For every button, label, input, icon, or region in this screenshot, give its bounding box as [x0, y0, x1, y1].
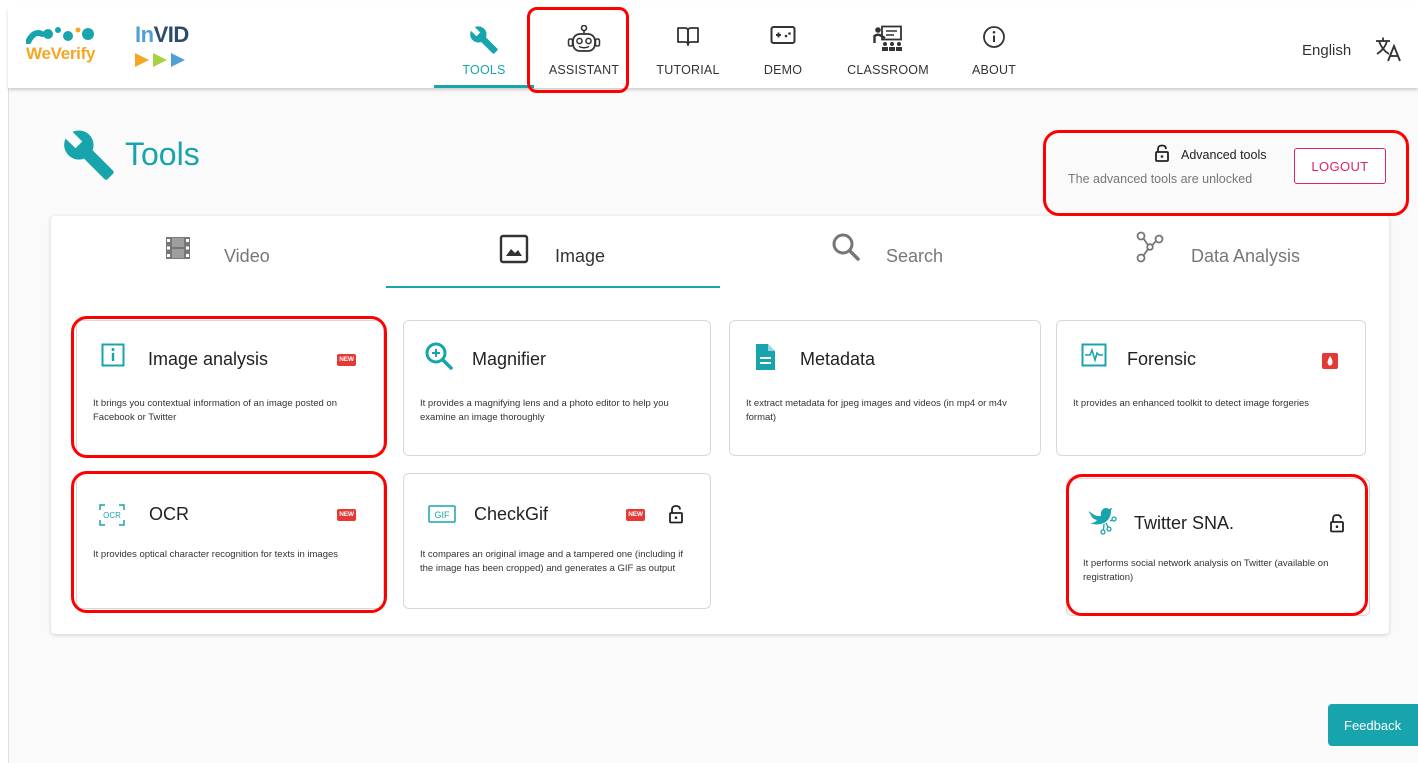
- tool-name: Image analysis: [148, 349, 269, 369]
- search-icon: [832, 233, 860, 261]
- fire-badge-icon: [1322, 353, 1338, 369]
- film-icon: [166, 237, 190, 259]
- weverify-logo-text: WeVerify: [26, 44, 96, 63]
- image-icon: [499, 234, 529, 264]
- language-selector[interactable]: English: [1302, 42, 1351, 59]
- tool-description: It compares an original image and a tamp…: [420, 549, 683, 574]
- new-badge: NEW: [337, 509, 356, 521]
- tab-image[interactable]: Image: [499, 230, 669, 286]
- graph-icon: [1136, 231, 1164, 263]
- nav-demo[interactable]: DEMO: [743, 8, 823, 88]
- nav-active-indicator: [434, 85, 534, 88]
- twitter-graph-icon: [1089, 508, 1117, 535]
- tool-description: It brings you contextual information of …: [93, 398, 337, 423]
- tool-name: Forensic: [1127, 349, 1197, 369]
- invid-logo-suffix: VID: [153, 22, 190, 47]
- gif-icon-text: GIF: [435, 510, 451, 520]
- tool-description: It extract metadata for jpeg images and …: [746, 398, 1007, 423]
- nav-assistant-label: ASSISTANT: [548, 63, 620, 77]
- book-icon: [677, 27, 699, 46]
- tab-video[interactable]: Video: [165, 230, 325, 286]
- tools-panel: Video Image Search Data Analysis Image a…: [51, 216, 1389, 634]
- tab-search[interactable]: Search: [831, 230, 1001, 286]
- tool-description: It performs social network analysis on T…: [1083, 558, 1329, 583]
- tab-data-analysis-label: Data Analysis: [1191, 246, 1301, 266]
- nav-tutorial[interactable]: TUTORIAL: [638, 8, 738, 88]
- top-navigation-bar: WeVerify InVID TOOLS ASSISTANT TUTORIAL …: [8, 8, 1418, 88]
- lock-icon: [669, 505, 683, 524]
- invid-play-arrows-icon: [135, 53, 185, 67]
- nav-tutorial-label: TUTORIAL: [656, 63, 720, 77]
- wrench-icon: [470, 26, 498, 54]
- tab-image-label: Image: [555, 246, 606, 266]
- nav-demo-label: DEMO: [763, 63, 803, 77]
- robot-icon: [567, 25, 601, 52]
- tool-name: Magnifier: [472, 349, 547, 369]
- tab-search-label: Search: [886, 246, 944, 266]
- info-icon: [983, 26, 1005, 48]
- tool-card-twitter-sna[interactable]: Twitter SNA. It performs social network …: [1066, 478, 1370, 616]
- nav-about-label: ABOUT: [971, 63, 1017, 77]
- nav-classroom[interactable]: CLASSROOM: [830, 8, 946, 88]
- nav-classroom-label: CLASSROOM: [847, 63, 929, 77]
- waveform-icon: [1081, 343, 1107, 367]
- nav-about[interactable]: ABOUT: [956, 8, 1032, 88]
- tab-video-label: Video: [224, 246, 270, 266]
- info-box-icon: [101, 343, 125, 367]
- page-title: Tools: [125, 136, 200, 172]
- tool-description: It provides an enhanced toolkit to detec…: [1073, 398, 1310, 409]
- tools-title-wrench-icon: [64, 130, 114, 180]
- tool-card-forensic[interactable]: Forensic It provides an enhanced toolkit…: [1056, 320, 1366, 456]
- lock-icon: [1330, 514, 1344, 533]
- invid-logo[interactable]: InVID: [135, 22, 205, 72]
- advanced-tools-title: Advanced tools: [1181, 148, 1267, 162]
- tab-active-indicator: [386, 286, 720, 288]
- tool-card-metadata[interactable]: Metadata It extract metadata for jpeg im…: [729, 320, 1041, 456]
- tool-name: CheckGif: [474, 504, 549, 524]
- new-badge: NEW: [337, 354, 356, 366]
- feedback-button[interactable]: Feedback: [1328, 704, 1418, 746]
- tool-description: It provides a magnifying lens and a phot…: [420, 398, 669, 423]
- nav-tools[interactable]: TOOLS: [426, 8, 542, 88]
- gamepad-icon: [770, 26, 796, 44]
- tool-name: OCR: [149, 504, 189, 524]
- magnifier-icon: [425, 342, 453, 370]
- document-icon: [756, 344, 775, 370]
- nav-tools-label: TOOLS: [462, 63, 506, 77]
- classroom-icon: [873, 25, 902, 51]
- advanced-tools-status: The advanced tools are unlocked: [1068, 172, 1253, 186]
- tool-name: Metadata: [800, 349, 876, 369]
- tool-name: Twitter SNA.: [1134, 513, 1235, 533]
- new-badge: NEW: [626, 509, 645, 521]
- tool-description: It provides optical character recognitio…: [93, 549, 339, 560]
- tool-card-image-analysis[interactable]: Image analysis NEW It brings you context…: [76, 320, 384, 456]
- unlocked-lock-icon: [1155, 144, 1169, 162]
- logout-button[interactable]: LOGOUT: [1294, 148, 1386, 184]
- tool-card-checkgif[interactable]: GIF CheckGif NEW It compares an original…: [403, 473, 711, 609]
- tool-card-ocr[interactable]: OCR OCR NEW It provides optical characte…: [76, 473, 384, 609]
- weverify-dots-icon: [26, 27, 94, 44]
- translate-icon[interactable]: [1374, 35, 1402, 63]
- invid-logo-prefix: In: [135, 22, 154, 47]
- nav-assistant[interactable]: ASSISTANT: [538, 8, 630, 88]
- advanced-tools-panel: Advanced tools The advanced tools are un…: [1062, 136, 1386, 196]
- tool-card-magnifier[interactable]: Magnifier It provides a magnifying lens …: [403, 320, 711, 456]
- ocr-icon-text: OCR: [103, 511, 121, 520]
- ocr-icon: OCR: [99, 504, 125, 526]
- tab-data-analysis[interactable]: Data Analysis: [1135, 230, 1335, 286]
- gif-icon: GIF: [428, 505, 456, 523]
- weverify-logo[interactable]: WeVerify: [26, 22, 106, 72]
